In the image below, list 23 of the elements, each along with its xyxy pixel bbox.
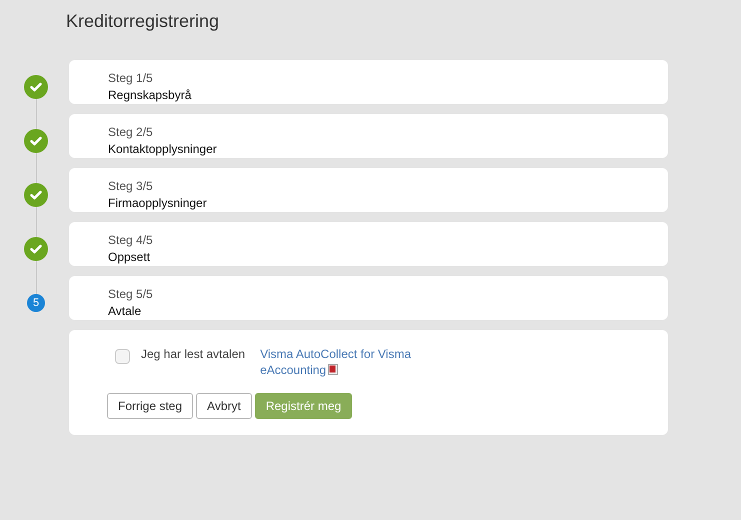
pdf-icon <box>328 364 338 375</box>
step-name: Firmaopplysninger <box>108 195 207 212</box>
step-number: 5 <box>27 294 45 312</box>
agreement-checkbox[interactable] <box>115 349 130 364</box>
secondary-button[interactable]: Avbryt <box>196 393 252 419</box>
page-title: Kreditorregistrering <box>65 10 220 33</box>
agreement-label: Jeg har lest avtalen <box>141 346 246 362</box>
step-name: Kontaktopplysninger <box>108 141 217 158</box>
step-label: Steg 2/5 <box>108 124 153 141</box>
step-card[interactable]: Steg 4/5 Oppsett <box>69 222 668 266</box>
step-card[interactable]: Steg 3/5 Firmaopplysninger <box>69 168 668 212</box>
step-name: Regnskapsbyrå <box>108 87 192 104</box>
step-card[interactable]: Steg 1/5 Regnskapsbyrå <box>69 60 668 104</box>
step-label: Steg 3/5 <box>108 178 153 195</box>
step-label: Steg 5/5 <box>108 286 153 303</box>
agreement-link[interactable]: Visma AutoCollect for Visma eAccounting <box>260 346 420 378</box>
step-name: Avtale <box>108 303 142 320</box>
step-label: Steg 1/5 <box>108 70 153 87</box>
step-card[interactable]: Steg 5/5 Avtale <box>69 276 668 320</box>
step-name: Oppsett <box>108 249 150 266</box>
step-card[interactable]: Steg 2/5 Kontaktopplysninger <box>69 114 668 158</box>
secondary-button[interactable]: Forrige steg <box>107 393 194 419</box>
step-label: Steg 4/5 <box>108 232 153 249</box>
